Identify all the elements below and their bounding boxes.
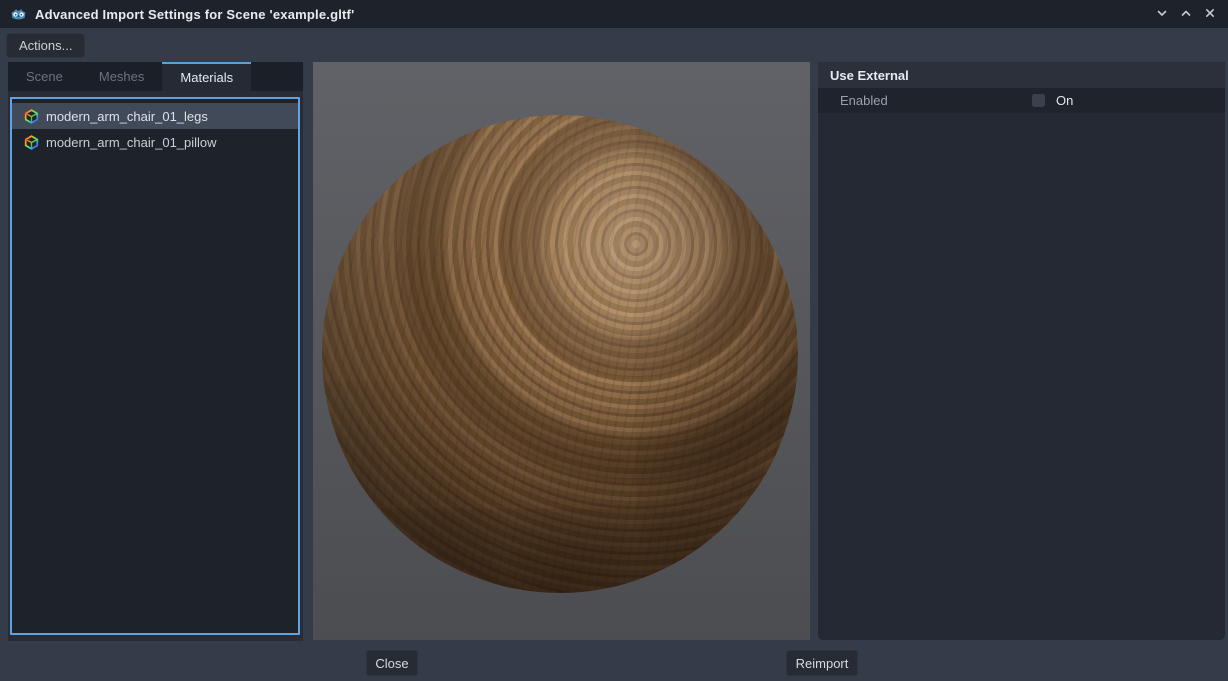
tab-materials[interactable]: Materials <box>162 62 251 91</box>
window-title: Advanced Import Settings for Scene 'exam… <box>35 7 354 22</box>
chevron-up-icon <box>1180 7 1192 22</box>
material-preview-viewport[interactable] <box>313 62 810 640</box>
section-header-use-external: Use External <box>818 62 1225 88</box>
x-icon <box>1204 7 1216 22</box>
property-label: Enabled <box>840 93 888 108</box>
material-list[interactable]: modern_arm_chair_01_legs modern_arm_chai… <box>10 97 300 635</box>
chevron-down-icon <box>1156 7 1168 22</box>
list-item-material-legs[interactable]: modern_arm_chair_01_legs <box>12 103 298 129</box>
material-orb-icon <box>24 135 39 150</box>
maximize-button[interactable] <box>1174 2 1198 26</box>
preview-sphere <box>322 115 798 593</box>
tabbar: Scene Meshes Materials <box>8 62 303 91</box>
titlebar[interactable]: Advanced Import Settings for Scene 'exam… <box>0 0 1228 28</box>
materials-panel: modern_arm_chair_01_legs modern_arm_chai… <box>8 91 303 641</box>
checkbox-value-label: On <box>1056 93 1073 108</box>
minimize-button[interactable] <box>1150 2 1174 26</box>
godot-logo-icon <box>10 6 27 23</box>
close-button[interactable] <box>1198 2 1222 26</box>
tab-scene[interactable]: Scene <box>8 62 81 91</box>
advanced-import-settings-window: { "window": { "title": "Advanced Import … <box>0 0 1228 681</box>
property-row-enabled: Enabled On <box>818 88 1225 113</box>
window-controls <box>1150 0 1228 28</box>
reimport-button[interactable]: Reimport <box>786 650 858 676</box>
material-orb-icon <box>24 109 39 124</box>
material-name: modern_arm_chair_01_legs <box>46 109 208 124</box>
enabled-checkbox[interactable] <box>1032 94 1045 107</box>
menubar: Actions... <box>0 28 1228 62</box>
material-name: modern_arm_chair_01_pillow <box>46 135 217 150</box>
close-dialog-button[interactable]: Close <box>366 650 418 676</box>
inspector-panel: Use External Enabled On <box>818 62 1225 640</box>
tab-meshes[interactable]: Meshes <box>81 62 163 91</box>
actions-button[interactable]: Actions... <box>6 33 85 58</box>
list-item-material-pillow[interactable]: modern_arm_chair_01_pillow <box>12 129 298 155</box>
